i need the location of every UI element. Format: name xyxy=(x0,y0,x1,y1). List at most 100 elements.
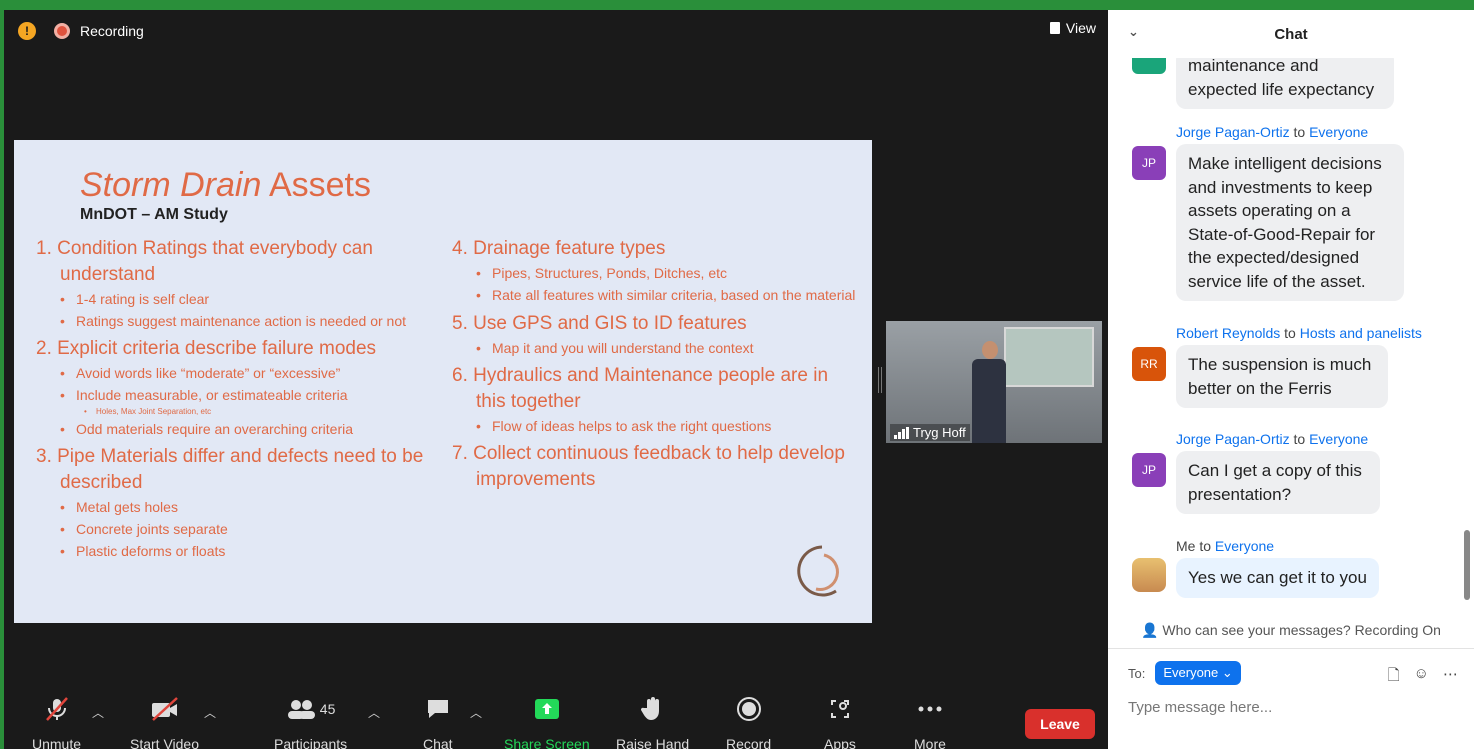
chat-button[interactable]: Chat xyxy=(423,694,453,749)
more-label: More xyxy=(914,736,946,749)
message-to-word: to xyxy=(1289,431,1310,447)
chat-message: Jorge Pagan-Ortiz to Everyone JP Can I g… xyxy=(1132,431,1442,514)
speaker-name-tag: Tryg Hoff xyxy=(890,424,970,441)
speaker-body xyxy=(972,359,1006,443)
apps-icon xyxy=(828,694,852,724)
user-photo-avatar xyxy=(1132,558,1166,592)
slide-title-rest: Assets xyxy=(261,166,371,204)
chat-collapse-chevron-icon[interactable]: ⌄ xyxy=(1128,24,1139,40)
avatar: JP xyxy=(1132,453,1166,487)
slide-right-column: 4. Drainage feature types Pipes, Structu… xyxy=(452,232,862,493)
slide-bullet: Map it and you will understand the conte… xyxy=(466,337,862,359)
message-recipient[interactable]: Everyone xyxy=(1215,538,1274,554)
view-label: View xyxy=(1065,20,1096,36)
participants-icon: 45 xyxy=(286,694,336,724)
avatar: JP xyxy=(1132,146,1166,180)
participants-button[interactable]: 45 Participants xyxy=(274,694,347,749)
shared-slide: Storm Drain Assets MnDOT – AM Study 1. C… xyxy=(14,140,872,623)
message-recipient[interactable]: Everyone xyxy=(1309,124,1368,140)
slide-bullet: 1-4 rating is self clear xyxy=(50,288,456,310)
view-icon xyxy=(1049,22,1060,34)
microphone-muted-icon xyxy=(44,694,70,724)
record-button[interactable]: Record xyxy=(726,694,771,749)
slide-title-italic: Storm Drain xyxy=(80,166,262,204)
message-to-word: to xyxy=(1195,538,1215,554)
person-visibility-icon: 👤 xyxy=(1141,622,1159,638)
chat-bubble-icon xyxy=(425,694,451,724)
participants-options-chevron-icon[interactable]: ︿ xyxy=(368,704,380,721)
audio-options-chevron-icon[interactable]: ︿ xyxy=(92,704,104,721)
recipient-row: To: Everyone ⌄ xyxy=(1128,661,1241,685)
recipient-dropdown[interactable]: Everyone ⌄ xyxy=(1155,661,1241,685)
chat-label: Chat xyxy=(423,736,453,749)
more-dots-icon xyxy=(917,694,943,724)
view-button[interactable]: View xyxy=(1049,20,1096,36)
file-icon[interactable]: 🗋 xyxy=(1388,665,1400,690)
slide-sub-bullet: Holes, Max Joint Separation, etc xyxy=(48,406,456,418)
slide-bullet: Rate all features with similar criteria,… xyxy=(466,284,862,307)
record-label: Record xyxy=(726,736,772,749)
chat-options-chevron-icon[interactable]: ︿ xyxy=(470,704,482,721)
slide-bullet: Include measurable, or estimateable crit… xyxy=(50,384,456,406)
emoji-icon[interactable]: ☺ xyxy=(1414,665,1429,690)
share-screen-button[interactable]: Share Screen xyxy=(504,694,590,749)
message-sender[interactable]: Jorge Pagan-Ortiz xyxy=(1176,124,1290,140)
message-sender[interactable]: Jorge Pagan-Ortiz xyxy=(1176,431,1290,447)
message-bubble: maintenance and expected life expectancy xyxy=(1176,58,1394,109)
meeting-area: ! Recording View Storm Drain Assets MnDO… xyxy=(4,10,1108,749)
meeting-toolbar: Unmute ︿ Start Video ︿ 45 Participants ︿… xyxy=(4,694,1108,749)
message-to-word: to xyxy=(1289,124,1310,140)
speaker-figure xyxy=(972,341,1006,443)
chat-message-input[interactable]: Type message here... xyxy=(1128,699,1272,716)
video-options-chevron-icon[interactable]: ︿ xyxy=(204,704,216,721)
leave-button[interactable]: Leave xyxy=(1025,709,1095,739)
speaker-video-tile[interactable]: Tryg Hoff xyxy=(886,321,1102,443)
visibility-notice[interactable]: 👤 Who can see your messages? Recording O… xyxy=(1108,622,1474,639)
slide-item-5: 5. Use GPS and GIS to ID features xyxy=(452,313,747,334)
participants-count: 45 xyxy=(319,701,336,717)
slide-item-7: 7. Collect continuous feedback to help d… xyxy=(452,443,845,490)
message-sender[interactable]: Robert Reynolds xyxy=(1176,325,1280,341)
raise-hand-button[interactable]: Raise Hand xyxy=(616,694,689,749)
record-icon xyxy=(736,694,762,724)
slide-logo-icon xyxy=(797,545,839,597)
security-shield-icon[interactable]: ! xyxy=(18,22,36,40)
message-recipient[interactable]: Hosts and panelists xyxy=(1300,325,1422,341)
recording-dot-icon xyxy=(54,23,70,39)
more-button[interactable]: More xyxy=(914,694,946,749)
signal-strength-icon xyxy=(894,426,909,439)
message-recipient[interactable]: Everyone xyxy=(1309,431,1368,447)
message-meta: Me to Everyone xyxy=(1176,538,1442,558)
unmute-button[interactable]: Unmute xyxy=(32,694,81,749)
recording-label: Recording xyxy=(80,23,144,39)
raise-hand-label: Raise Hand xyxy=(616,736,690,749)
more-options-icon[interactable]: ⋯ xyxy=(1443,665,1458,690)
slide-item-2: 2. Explicit criteria describe failure mo… xyxy=(36,338,377,359)
slide-item-3: 3. Pipe Materials differ and defects nee… xyxy=(36,446,424,493)
message-sender: Me xyxy=(1176,538,1196,554)
share-screen-icon xyxy=(534,694,560,724)
chat-panel: ⌄ Chat maintenance and expected life exp… xyxy=(1108,10,1474,749)
start-video-label: Start Video xyxy=(130,736,200,749)
apps-label: Apps xyxy=(824,736,856,749)
message-bubble: Yes we can get it to you xyxy=(1176,558,1379,598)
slide-title: Storm Drain Assets xyxy=(80,166,371,205)
sharing-border-top xyxy=(0,0,1474,10)
panel-splitter-handle[interactable] xyxy=(878,367,882,393)
slide-item-1: 1. Condition Ratings that everybody can … xyxy=(36,238,373,285)
message-to-word: to xyxy=(1280,325,1300,341)
chat-messages[interactable]: maintenance and expected life expectancy… xyxy=(1108,58,1474,620)
chat-scrollbar-thumb[interactable] xyxy=(1464,530,1470,600)
slide-bullet: Plastic deforms or floats xyxy=(50,540,456,562)
chat-scrollbar[interactable] xyxy=(1464,60,1470,620)
chat-title: Chat xyxy=(1274,25,1308,43)
message-meta: Jorge Pagan-Ortiz to Everyone xyxy=(1176,431,1442,451)
chat-header: ⌄ Chat xyxy=(1108,10,1474,58)
start-video-button[interactable]: Start Video xyxy=(130,694,199,749)
unmute-label: Unmute xyxy=(32,736,82,749)
slide-left-column: 1. Condition Ratings that everybody can … xyxy=(36,232,456,562)
slide-bullet: Metal gets holes xyxy=(50,496,456,518)
apps-button[interactable]: Apps xyxy=(824,694,856,749)
message-bubble: The suspension is much better on the Fer… xyxy=(1176,345,1388,408)
slide-bullet: Ratings suggest maintenance action is ne… xyxy=(50,310,456,332)
